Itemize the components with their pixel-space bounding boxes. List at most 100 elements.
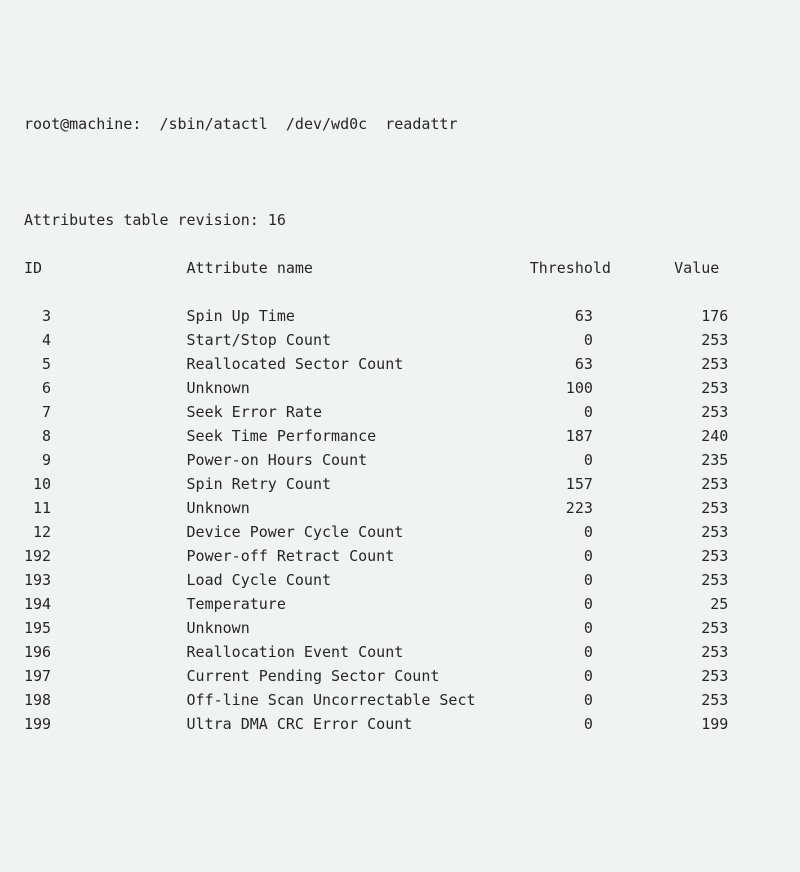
table-row: 197 Current Pending Sector Count0 253 (24, 664, 776, 688)
shell-prompt: root@machine: (24, 115, 141, 133)
attr-value: 253 (683, 616, 728, 640)
attr-value: 253 (683, 520, 728, 544)
attr-name: Reallocated Sector Count (187, 352, 548, 376)
attr-value: 253 (683, 640, 728, 664)
table-row: 198 Off-line Scan Uncorrectable Sect0 253 (24, 688, 776, 712)
attr-value: 253 (683, 688, 728, 712)
table-row: 196Reallocation Event Count0253 (24, 640, 776, 664)
attr-id: 194 (24, 592, 51, 616)
header-id: ID (24, 256, 51, 280)
attr-id: 7 (24, 400, 51, 424)
header-threshold: Threshold (530, 256, 611, 280)
attr-threshold: 0 (548, 712, 593, 736)
attr-id: 198 (24, 688, 51, 712)
attr-id: 197 (24, 664, 51, 688)
attr-value: 235 (683, 448, 728, 472)
device-path: /dev/wd0c (286, 115, 367, 133)
header-name: Attribute name (187, 256, 530, 280)
attr-id: 192 (24, 544, 51, 568)
attr-threshold: 157 (548, 472, 593, 496)
attr-name: Power-on Hours Count (187, 448, 548, 472)
table-row: 5 Reallocated Sector Count63 253 (24, 352, 776, 376)
attr-id: 8 (24, 424, 51, 448)
table-row: 9 Power-on Hours Count0 235 (24, 448, 776, 472)
attr-name: Spin Up Time (187, 304, 548, 328)
attr-id: 195 (24, 616, 51, 640)
attr-name: Spin Retry Count (187, 472, 548, 496)
attr-threshold: 0 (548, 640, 593, 664)
attr-threshold: 0 (548, 544, 593, 568)
attr-value: 253 (683, 352, 728, 376)
attr-threshold: 0 (548, 400, 593, 424)
table-row: 6Unknown100253 (24, 376, 776, 400)
attr-value: 25 (683, 592, 728, 616)
attr-value: 253 (683, 472, 728, 496)
attr-name: Current Pending Sector Count (187, 664, 548, 688)
attr-name: Off-line Scan Uncorrectable Sect (187, 688, 548, 712)
attr-threshold: 0 (548, 664, 593, 688)
attr-threshold: 0 (548, 448, 593, 472)
table-row: 7 Seek Error Rate0 253 (24, 400, 776, 424)
attr-name: Temperature (187, 592, 548, 616)
table-row: 199 Ultra DMA CRC Error Count0 199 (24, 712, 776, 736)
attr-id: 3 (24, 304, 51, 328)
attr-value: 176 (683, 304, 728, 328)
attr-name: Load Cycle Count (187, 568, 548, 592)
attr-name: Unknown (187, 496, 548, 520)
attr-name: Unknown (187, 616, 548, 640)
table-row: 8 Seek Time Performance187 240 (24, 424, 776, 448)
attr-value: 199 (683, 712, 728, 736)
attr-id: 12 (24, 520, 51, 544)
table-row: 4 Start/Stop Count0 253 (24, 328, 776, 352)
attr-value: 253 (683, 568, 728, 592)
attr-value: 253 (683, 544, 728, 568)
attr-threshold: 0 (548, 520, 593, 544)
table-row: 192 Power-off Retract Count0 253 (24, 544, 776, 568)
program-path: /sbin/atactl (159, 115, 267, 133)
attr-threshold: 63 (548, 352, 593, 376)
attr-id: 199 (24, 712, 51, 736)
header-value: Value (674, 256, 719, 280)
attr-threshold: 0 (548, 568, 593, 592)
attr-value: 253 (683, 328, 728, 352)
attr-name: Device Power Cycle Count (187, 520, 548, 544)
table-row: 11 Unknown223 253 (24, 496, 776, 520)
attr-id: 4 (24, 328, 51, 352)
attr-id: 5 (24, 352, 51, 376)
attr-id: 11 (24, 496, 51, 520)
attr-threshold: 63 (548, 304, 593, 328)
attr-threshold: 0 (548, 616, 593, 640)
attr-threshold: 187 (548, 424, 593, 448)
table-row: 194 Temperature0 25 (24, 592, 776, 616)
table-row: 10 Spin Retry Count157 253 (24, 472, 776, 496)
attr-id: 193 (24, 568, 51, 592)
attr-value: 253 (683, 496, 728, 520)
attr-name: Ultra DMA CRC Error Count (187, 712, 548, 736)
attr-value: 253 (683, 664, 728, 688)
attr-name: Seek Error Rate (187, 400, 548, 424)
table-row: 195 Unknown0 253 (24, 616, 776, 640)
table-header: ID Attribute nameThreshold Value (24, 256, 776, 280)
subcommand: readattr (385, 115, 457, 133)
attr-name: Seek Time Performance (187, 424, 548, 448)
revision-line: Attributes table revision: 16 (24, 208, 776, 232)
blank-line (24, 160, 776, 184)
attr-id: 6 (24, 376, 51, 400)
attr-id: 10 (24, 472, 51, 496)
attr-id: 9 (24, 448, 51, 472)
attr-name: Start/Stop Count (187, 328, 548, 352)
attr-threshold: 0 (548, 688, 593, 712)
table-row: 12 Device Power Cycle Count0 253 (24, 520, 776, 544)
attr-name: Reallocation Event Count (187, 640, 548, 664)
attr-threshold: 223 (548, 496, 593, 520)
attr-value: 253 (683, 376, 728, 400)
attr-value: 240 (683, 424, 728, 448)
attr-threshold: 0 (548, 328, 593, 352)
attr-name: Power-off Retract Count (187, 544, 548, 568)
attribute-table: 3Spin Up Time631764Start/Stop Count02535… (24, 304, 776, 736)
attr-value: 253 (683, 400, 728, 424)
command-line: root@machine: /sbin/atactl /dev/wd0c rea… (24, 112, 776, 136)
attr-name: Unknown (187, 376, 548, 400)
attr-threshold: 0 (548, 592, 593, 616)
table-row: 3 Spin Up Time63 176 (24, 304, 776, 328)
